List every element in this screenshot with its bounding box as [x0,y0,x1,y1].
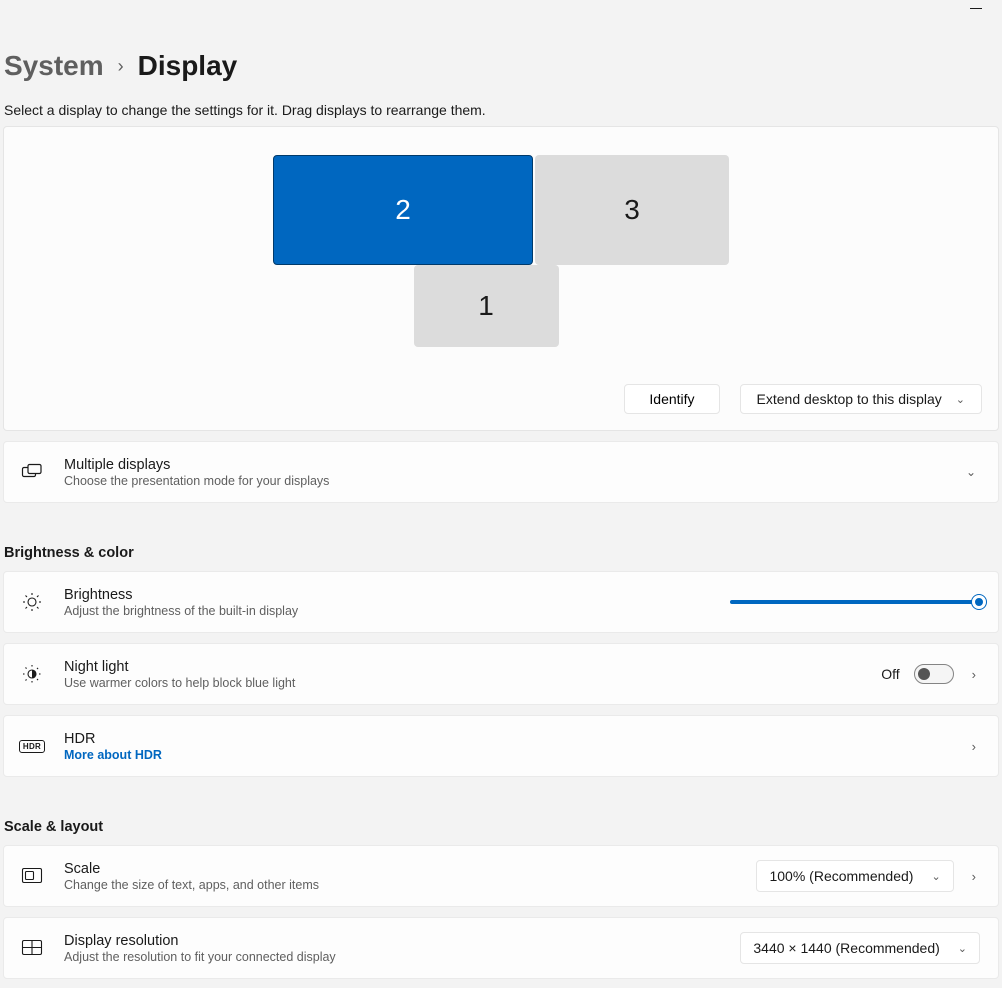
chevron-down-icon: ⌄ [931,870,940,883]
brightness-title: Brightness [64,587,708,603]
scale-icon [22,866,42,886]
night-light-title: Night light [64,659,859,675]
scale-row[interactable]: Scale Change the size of text, apps, and… [3,845,999,907]
multiple-displays-title: Multiple displays [64,457,940,473]
chevron-down-icon: ⌄ [956,393,965,406]
sun-icon [22,592,42,612]
hdr-icon: HDR [22,736,42,756]
scale-sub: Change the size of text, apps, and other… [64,878,734,892]
display-tile-2[interactable]: 2 [273,155,533,265]
multiple-displays-row[interactable]: Multiple displays Choose the presentatio… [3,441,999,503]
brightness-slider-thumb[interactable] [972,595,986,609]
resolution-row: Display resolution Adjust the resolution… [3,917,999,979]
chevron-right-icon[interactable]: › [968,663,980,686]
arrange-help-text: Select a display to change the settings … [4,102,1002,118]
display-tile-1[interactable]: 1 [414,265,559,347]
scale-dropdown[interactable]: 100% (Recommended) ⌄ [756,860,953,892]
scale-value: 100% (Recommended) [769,868,913,884]
chevron-right-icon[interactable]: › [968,865,980,888]
hdr-row[interactable]: HDR HDR More about HDR › [3,715,999,777]
brightness-sub: Adjust the brightness of the built-in di… [64,604,708,618]
expand-icon[interactable]: ⌄ [962,461,980,483]
resolution-title: Display resolution [64,933,718,949]
scale-title: Scale [64,861,734,877]
breadcrumb: System › Display [0,0,1002,82]
display-arrange-area[interactable]: 2 3 1 Identify Extend desktop to this di… [3,126,999,431]
resolution-value: 3440 × 1440 (Recommended) [753,940,939,956]
display-mode-dropdown[interactable]: Extend desktop to this display ⌄ [740,384,982,414]
night-light-state-label: Off [881,666,899,682]
chevron-right-icon[interactable]: › [968,735,980,758]
resolution-icon [22,938,42,958]
chevron-right-icon: › [118,56,124,77]
night-light-row[interactable]: Night light Use warmer colors to help bl… [3,643,999,705]
multiple-displays-sub: Choose the presentation mode for your di… [64,474,940,488]
section-brightness-color: Brightness & color [4,545,1002,561]
identify-button[interactable]: Identify [624,384,719,414]
resolution-sub: Adjust the resolution to fit your connec… [64,950,718,964]
brightness-slider[interactable] [730,600,980,604]
breadcrumb-parent[interactable]: System [4,50,104,82]
night-light-sub: Use warmer colors to help block blue lig… [64,676,859,690]
chevron-down-icon: ⌄ [958,942,967,955]
night-light-icon [22,664,42,684]
displays-icon [22,462,42,482]
display-tile-3[interactable]: 3 [535,155,729,265]
brightness-row: Brightness Adjust the brightness of the … [3,571,999,633]
section-scale-layout: Scale & layout [4,819,1002,835]
night-light-toggle[interactable] [914,664,954,684]
minimize-icon[interactable] [970,8,982,9]
hdr-more-link[interactable]: More about HDR [64,748,946,762]
page-title: Display [138,50,238,82]
resolution-dropdown[interactable]: 3440 × 1440 (Recommended) ⌄ [740,932,980,964]
hdr-title: HDR [64,731,946,747]
display-mode-value: Extend desktop to this display [757,391,942,407]
